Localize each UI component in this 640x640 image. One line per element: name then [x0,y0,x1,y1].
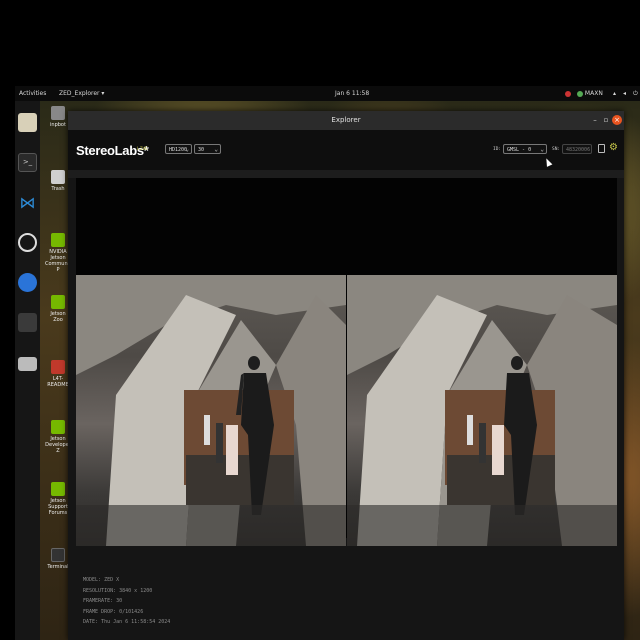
resolution-select[interactable]: HD1200 ⌄ [165,144,192,154]
power-mode-label: MAXN [584,90,603,97]
fps-select-value: 30 [198,147,205,153]
camera-id-select-value: GMSL - 0 [507,147,532,153]
date-text: DATE: Thu Jan 6 11:58:54 2024 [83,619,171,625]
system-top-bar: Activities ZED_Explorer ▾ Jan 6 11:58 MA… [15,86,640,101]
stereo-video-stream [76,275,617,546]
terminal-icon[interactable]: >_ [18,153,37,172]
minimize-button[interactable]: – [590,115,600,125]
power-icon[interactable]: ⏻ [633,86,638,101]
terminal-icon [51,548,65,562]
nvidia-icon [51,420,65,434]
clock[interactable]: Jan 6 11:58 [335,86,369,101]
obs-icon[interactable] [18,233,37,252]
power-mode-indicator[interactable]: MAXN [577,86,603,101]
chevron-down-icon: ⌄ [185,146,189,153]
live-indicator: LIVE [137,147,148,152]
left-camera-image [76,275,346,546]
window-titlebar[interactable]: Explorer – ▫ × [68,111,624,130]
home-folder-icon [51,106,65,120]
vscode-icon[interactable]: ⋈ [18,193,37,212]
window-title: Explorer [331,116,361,124]
right-scene-illustration [347,275,617,546]
camera-id-label: ID: [493,147,502,152]
serial-number-field: 48320006 [562,144,592,154]
camera-info-panel: MODEL: ZED X RESOLUTION: 3840 x 1200 FRA… [83,575,170,628]
chevron-down-icon: ⌄ [540,146,544,153]
app-header: StereoLabs* LIVE HD1200 ⌄ 30 ⌄ ID: GMSL - … [68,130,624,170]
volume-icon[interactable]: ◂ [623,86,626,101]
app-icon[interactable] [18,313,37,332]
explorer-window: Explorer – ▫ × StereoLabs* LIVE HD1200 ⌄ … [68,111,624,640]
record-icon[interactable] [598,144,605,153]
trash-icon [51,170,65,184]
left-scene-illustration [76,275,346,546]
maximize-button[interactable]: ▫ [601,115,611,125]
drive-icon[interactable] [18,357,37,371]
serial-number-label: SN: [552,147,561,152]
serial-number-value: 48320006 [566,147,591,153]
resolution-select-value: HD1200 [169,147,188,153]
frame-drop-text: FRAME DROP: 0/101426 [83,608,144,615]
model-text: MODEL: ZED X [83,577,120,583]
fps-select[interactable]: 30 ⌄ [194,144,221,154]
files-icon[interactable] [18,113,37,132]
dock: >_ ⋈ [15,101,40,640]
activities-button[interactable]: Activities [19,86,46,101]
right-camera-image [347,275,617,546]
content-top-bar [68,170,624,178]
nvidia-icon [51,233,65,247]
network-icon[interactable]: ▴ [613,86,616,101]
nvidia-icon [51,482,65,496]
nvidia-status-icon[interactable] [565,86,571,101]
folder-icon [51,360,65,374]
chromium-icon[interactable] [18,273,37,292]
close-button[interactable]: × [612,115,622,125]
framerate-text: FRAMERATE: 30 [83,598,123,604]
settings-gear-icon[interactable]: ⚙ [609,142,618,153]
resolution-text: RESOLUTION: 3840 x 1200 [83,587,153,594]
camera-id-select[interactable]: GMSL - 0 ⌄ [503,144,547,154]
nvidia-icon [51,295,65,309]
app-menu[interactable]: ZED_Explorer ▾ [59,86,104,101]
chevron-down-icon: ⌄ [214,146,218,153]
